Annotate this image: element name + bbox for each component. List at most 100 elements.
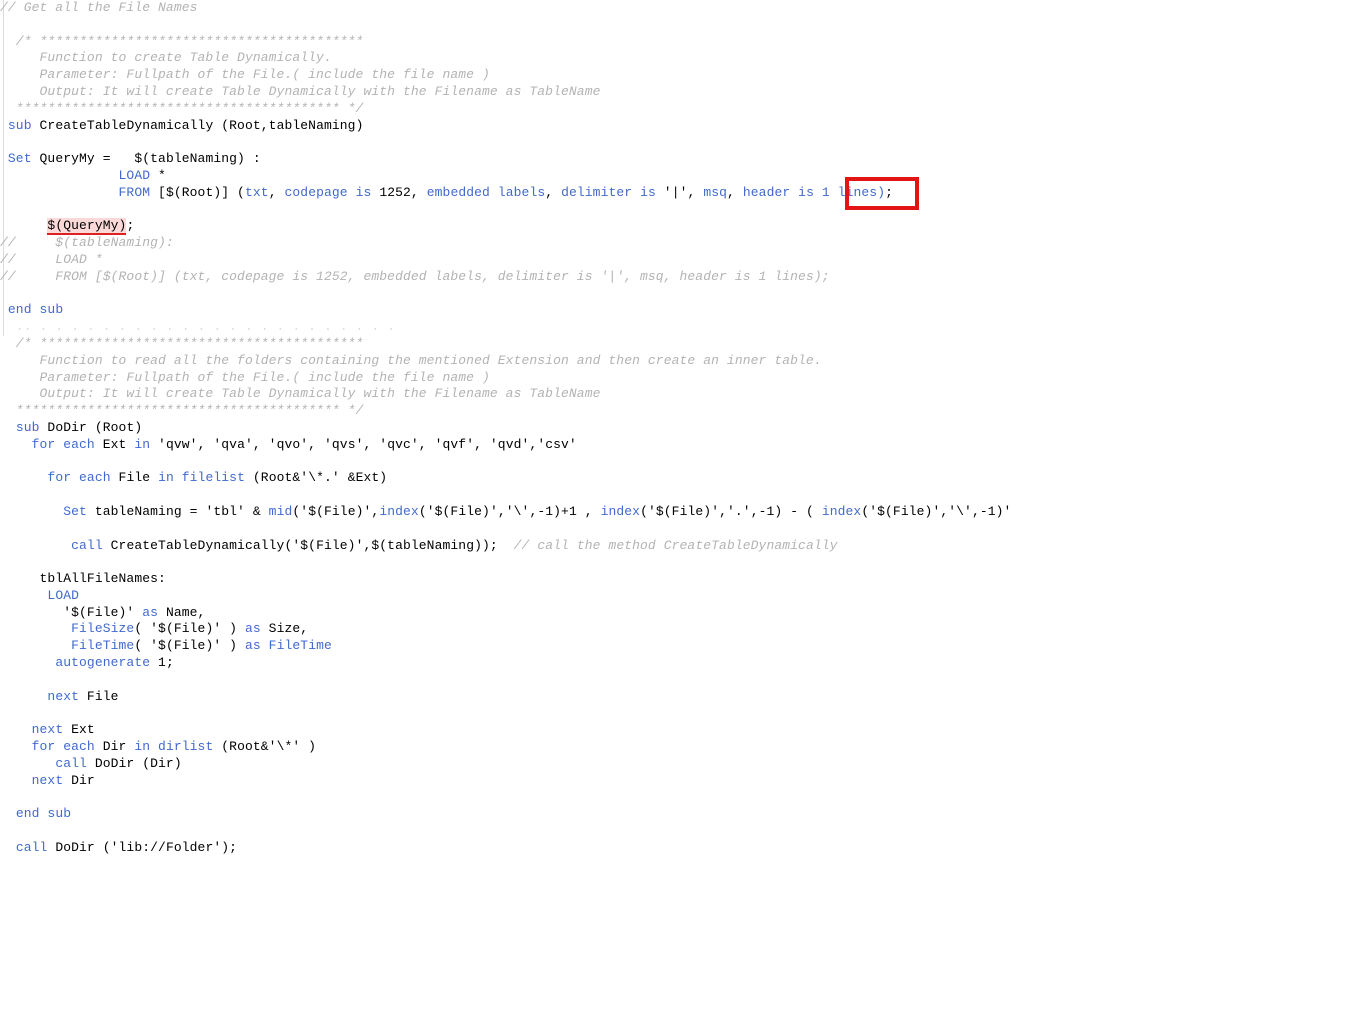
function-index: index	[821, 503, 862, 519]
keyword-next: next	[31, 772, 64, 788]
code-line: next Dir	[0, 773, 1011, 790]
loop-var: Ext	[94, 436, 135, 452]
code-line: LOAD	[0, 588, 1011, 605]
code-line: ****************************************…	[0, 403, 1011, 420]
code-line: tblAllFileNames:	[0, 571, 1011, 588]
header-lines-value: 1 lines	[813, 184, 878, 200]
loop-var: File	[79, 688, 119, 704]
comment-text: Parameter: Fullpath of the File.( includ…	[0, 67, 490, 83]
comment-text: // FROM [$(Root)] (txt, codepage is 1252…	[0, 268, 830, 284]
code-line: ****************************************…	[0, 101, 1011, 118]
comment-text: Output: It will create Table Dynamically…	[0, 83, 601, 99]
keyword-codepage: codepage is	[284, 184, 372, 200]
code-line: for each Ext in 'qvw', 'qva', 'qvo', 'qv…	[0, 437, 1011, 454]
keyword-set: Set	[7, 151, 32, 167]
code-line: Function to create Table Dynamically.	[0, 50, 1011, 67]
keyword-end-sub: end sub	[15, 806, 72, 822]
keyword-in-filelist: in filelist	[158, 470, 245, 486]
delimiter-value: '|',	[655, 184, 704, 200]
highlighted-token-querymy[interactable]: $(QueryMy)	[47, 218, 127, 236]
field-expression: ( '$(File)' )	[134, 638, 245, 654]
comment-text: // Get all the File Names	[0, 0, 198, 15]
field-alias: FileTime	[260, 638, 332, 654]
set-assignment: QueryMy = $(tableNaming) :	[31, 151, 261, 167]
comment-text: Output: It will create Table Dynamically…	[0, 386, 601, 402]
script-code-block[interactable]: // Get all the File Names /* ***********…	[0, 0, 1011, 857]
function-mid: mid	[268, 503, 293, 519]
comment-text: // $(tableNaming):	[0, 235, 174, 251]
code-line: Function to read all the folders contain…	[0, 353, 1011, 370]
code-line: sub CreateTableDynamically (Root,tableNa…	[0, 118, 1011, 135]
code-line: Parameter: Fullpath of the File.( includ…	[0, 370, 1011, 387]
comment-banner-open: /* *************************************…	[0, 33, 364, 49]
keyword-from: FROM	[118, 184, 151, 200]
code-line: call DoDir (Dir)	[0, 756, 1011, 773]
keyword-as: as	[244, 638, 261, 654]
sub-signature: CreateTableDynamically (Root,tableNaming…	[31, 117, 364, 133]
code-line: next File	[0, 689, 1011, 706]
keyword-msq: msq	[703, 184, 728, 200]
keyword-set: Set	[63, 503, 87, 519]
code-line: for each Dir in dirlist (Root&'\*' )	[0, 739, 1011, 756]
comment-text: Function to read all the folders contain…	[0, 352, 822, 368]
code-line: Output: It will create Table Dynamically…	[0, 84, 1011, 101]
keyword-call: call	[71, 537, 103, 553]
code-line: $(QueryMy);	[0, 218, 1011, 236]
keyword-next: next	[47, 688, 80, 704]
punct: ,	[268, 184, 285, 200]
comment-banner-open: /* *************************************…	[0, 335, 364, 351]
code-line: for each File in filelist (Root&'\*.' &E…	[0, 470, 1011, 487]
keyword-txt: txt	[244, 184, 269, 200]
keyword-sub: sub	[15, 419, 40, 435]
keyword-call: call	[55, 755, 87, 771]
comment-banner-close: ****************************************…	[0, 100, 364, 116]
code-line: end sub	[0, 806, 1011, 823]
keyword-embedded-labels: embedded labels	[426, 184, 546, 200]
code-line: Output: It will create Table Dynamically…	[0, 386, 1011, 403]
comment-text: Function to create Table Dynamically.	[0, 50, 332, 66]
keyword-end-sub: end sub	[7, 302, 64, 318]
args: ('$(File)',	[292, 503, 380, 519]
inline-comment: // call the method CreateTableDynamicall…	[513, 537, 838, 553]
comment-text: Parameter: Fullpath of the File.( includ…	[0, 369, 490, 385]
code-editor-canvas[interactable]: // Get all the File Names /* ***********…	[0, 0, 1366, 1034]
code-line: FileSize( '$(File)' ) as Size,	[0, 621, 1011, 638]
code-line: sub DoDir (Root)	[0, 420, 1011, 437]
semicolon: ;	[885, 184, 894, 200]
keyword-for-each: for each	[31, 739, 95, 755]
function-index: index	[600, 503, 641, 519]
code-line: // Get all the File Names	[0, 0, 1011, 17]
code-line: autogenerate 1;	[0, 655, 1011, 672]
keyword-for-each: for each	[31, 436, 95, 452]
set-expression: tableNaming = 'tbl' &	[86, 503, 269, 519]
field-alias: Name,	[158, 604, 206, 620]
code-line: Parameter: Fullpath of the File.( includ…	[0, 67, 1011, 84]
loop-var: File	[110, 470, 159, 486]
punct: ,	[727, 184, 743, 200]
semicolon: ;	[126, 218, 135, 234]
keyword-in-dirlist: in dirlist	[134, 739, 214, 755]
code-line: // FROM [$(Root)] (txt, codepage is 1252…	[0, 269, 1011, 286]
punct: ,	[545, 184, 562, 200]
code-line: // LOAD *	[0, 252, 1011, 269]
call-expression: DoDir (Dir)	[86, 755, 182, 771]
load-fields: *	[150, 167, 166, 183]
keyword-for-each: for each	[47, 470, 111, 486]
keyword-autogenerate: autogenerate	[55, 655, 151, 671]
loop-var: Dir	[63, 772, 95, 788]
keyword-next: next	[31, 722, 64, 738]
args: ('$(File)','\',-1)'	[861, 503, 1012, 519]
keyword-delimiter: delimiter is	[561, 184, 656, 200]
code-line: /* *************************************…	[0, 336, 1011, 353]
